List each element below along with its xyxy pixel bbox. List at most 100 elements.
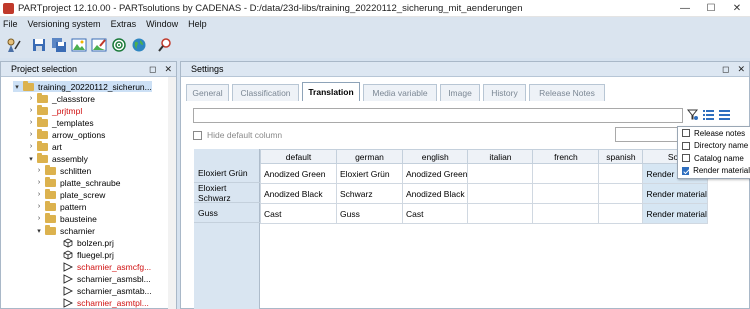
chevron-right-icon[interactable]: ›	[35, 179, 43, 186]
table-cell[interactable]: Anodized Green	[260, 163, 337, 184]
table-cell[interactable]	[598, 183, 644, 204]
detail-view-icon[interactable]	[717, 107, 732, 122]
table-cell[interactable]: Eloxiert Grün	[336, 163, 403, 184]
float-panel-button[interactable]: ◻	[149, 64, 156, 75]
chevron-down-icon[interactable]: ▾	[35, 227, 43, 235]
table-cell-source[interactable]: Render material	[642, 203, 709, 224]
secondary-search-input[interactable]	[615, 127, 685, 142]
tree-item[interactable]: › pattern	[35, 200, 86, 212]
tree-item[interactable]: scharnier_asmcfg...	[53, 261, 151, 272]
menu-versioning-system[interactable]: Versioning system	[28, 19, 101, 29]
release-notes-checkbox[interactable]	[682, 129, 690, 138]
tree-item[interactable]: › _prjtmpl	[27, 104, 82, 116]
tree-item[interactable]: scharnier_asmtpl...	[53, 297, 149, 308]
tree-item[interactable]: › plate_screw	[35, 188, 105, 200]
column-header-default[interactable]: default	[260, 149, 337, 164]
tree-scrollbar[interactable]	[168, 77, 176, 309]
chevron-right-icon[interactable]: ›	[27, 95, 35, 102]
tree-item[interactable]: › schlitten	[35, 164, 91, 176]
chevron-right-icon[interactable]: ›	[35, 167, 43, 174]
menu-extras[interactable]: Extras	[111, 19, 137, 29]
menu-item-directory-name[interactable]: Directory name	[678, 140, 750, 153]
chevron-right-icon[interactable]: ›	[35, 191, 43, 198]
menu-help[interactable]: Help	[188, 19, 207, 29]
tree-item[interactable]: › arrow_options	[27, 128, 105, 140]
tree-item[interactable]: ▾ scharnier	[35, 224, 95, 236]
table-cell[interactable]	[532, 203, 600, 224]
tree-item[interactable]: fluegel.prj	[53, 249, 114, 260]
table-cell[interactable]	[598, 163, 644, 184]
tree-item[interactable]: › _templates	[27, 116, 94, 128]
table-cell[interactable]: Guss	[336, 203, 403, 224]
close-button[interactable]: ✕	[724, 0, 750, 17]
float-panel-button[interactable]: ◻	[722, 64, 729, 75]
chevron-right-icon[interactable]: ›	[35, 215, 43, 222]
column-settings-icon[interactable]	[685, 107, 700, 122]
tab-translation[interactable]: Translation	[302, 82, 360, 101]
image-edit-icon[interactable]	[90, 36, 108, 54]
table-cell[interactable]: Cast	[260, 203, 337, 224]
table-cell[interactable]	[467, 183, 534, 204]
tab-general[interactable]: General	[186, 84, 229, 101]
table-cell-source[interactable]: Render material	[642, 183, 709, 204]
column-header-spanish[interactable]: spanish	[598, 149, 644, 164]
chevron-right-icon[interactable]: ›	[27, 131, 35, 138]
wizard-icon[interactable]	[4, 36, 22, 54]
tab-image[interactable]: Image	[440, 84, 480, 101]
target-icon[interactable]	[110, 36, 128, 54]
tree-item[interactable]: › art	[27, 140, 62, 152]
list-view-icon[interactable]	[701, 107, 716, 122]
catalog-name-checkbox[interactable]	[682, 154, 690, 163]
close-panel-button[interactable]: ✕	[164, 64, 172, 75]
row-header[interactable]: Eloxiert Schwarz	[194, 183, 260, 203]
maximize-button[interactable]: ☐	[698, 0, 724, 17]
table-cell[interactable]: Cast	[401, 203, 469, 224]
globe-icon[interactable]	[130, 36, 148, 54]
table-cell[interactable]	[598, 203, 644, 224]
menu-item-release-notes[interactable]: Release notes	[678, 127, 750, 140]
column-header-english[interactable]: english	[401, 149, 469, 164]
chevron-right-icon[interactable]: ›	[27, 143, 35, 150]
row-header[interactable]: Eloxiert Grün	[194, 163, 260, 183]
chevron-right-icon[interactable]: ›	[35, 203, 43, 210]
menu-item-render-material[interactable]: Render material	[678, 165, 750, 178]
table-cell[interactable]: Anodized Green	[401, 163, 469, 184]
save-all-icon[interactable]	[50, 36, 68, 54]
table-cell[interactable]	[467, 203, 534, 224]
tree-item[interactable]: ▾ training_20220112_sicherun...	[13, 80, 152, 92]
tab-media-variable[interactable]: Media variable	[363, 84, 437, 101]
table-cell[interactable]: Anodized Black	[401, 183, 469, 204]
tree-item[interactable]: › platte_schraube	[35, 176, 121, 188]
table-cell[interactable]: Anodized Black	[260, 183, 337, 204]
chevron-down-icon[interactable]: ▾	[27, 155, 35, 163]
render-material-checkbox[interactable]	[682, 166, 690, 175]
directory-name-checkbox[interactable]	[682, 141, 690, 150]
close-panel-button[interactable]: ✕	[737, 64, 745, 75]
menu-item-catalog-name[interactable]: Catalog name	[678, 152, 750, 165]
menu-file[interactable]: File	[3, 19, 18, 29]
image-icon[interactable]	[70, 36, 88, 54]
row-header[interactable]: Guss	[194, 203, 260, 223]
search-settings-icon[interactable]	[156, 36, 174, 54]
tree-item[interactable]: bolzen.prj	[53, 237, 114, 248]
hide-default-column-option[interactable]: Hide default column	[193, 130, 282, 140]
table-cell[interactable]	[532, 163, 600, 184]
chevron-down-icon[interactable]: ▾	[13, 83, 21, 91]
tab-history[interactable]: History	[483, 84, 526, 101]
save-icon[interactable]	[30, 36, 48, 54]
tree-item[interactable]: › bausteine	[35, 212, 97, 224]
table-cell[interactable]	[467, 163, 534, 184]
hide-default-column-checkbox[interactable]	[193, 130, 202, 140]
table-cell[interactable]: Schwarz	[336, 183, 403, 204]
tree-item[interactable]: ▾ assembly	[27, 152, 88, 164]
minimize-button[interactable]: —	[672, 0, 698, 17]
column-header-italian[interactable]: italian	[467, 149, 534, 164]
tab-release-notes[interactable]: Release Notes	[529, 84, 605, 101]
filter-input[interactable]	[193, 108, 683, 123]
column-header-german[interactable]: german	[336, 149, 403, 164]
tree-item[interactable]: scharnier_asmsbl...	[53, 273, 151, 284]
tree-item[interactable]: › _classstore	[27, 92, 95, 104]
chevron-right-icon[interactable]: ›	[27, 119, 35, 126]
table-cell[interactable]	[532, 183, 600, 204]
column-header-french[interactable]: french	[532, 149, 600, 164]
